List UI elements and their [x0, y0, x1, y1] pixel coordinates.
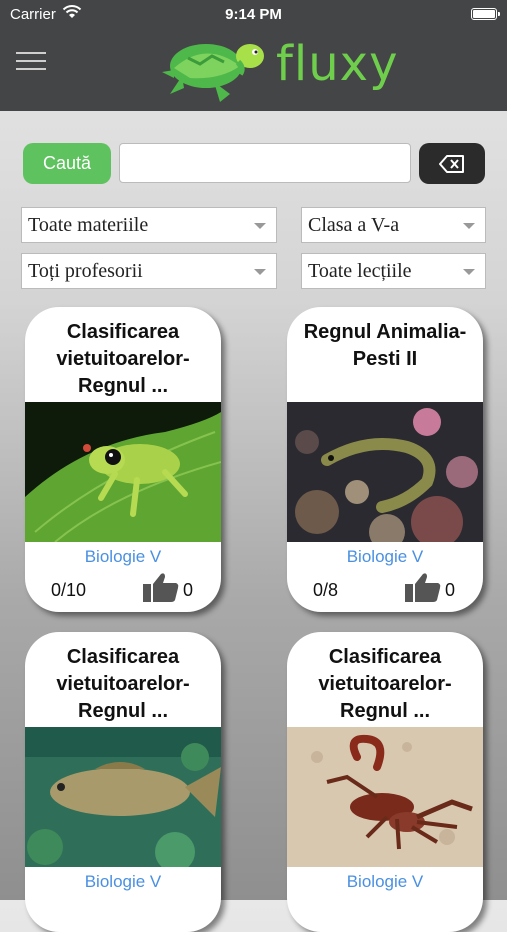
- chevron-down-icon: [463, 223, 475, 229]
- chevron-down-icon: [463, 269, 475, 275]
- chevron-down-icon: [254, 223, 266, 229]
- lesson-title: Clasificarea vietuitoarelor-Regnul ...: [318, 646, 452, 722]
- carp-photo: [25, 727, 221, 867]
- teacher-filter-select[interactable]: Toți profesorii: [21, 253, 277, 289]
- grade-filter-select[interactable]: Clasa a V-a: [301, 207, 486, 243]
- subject-link[interactable]: Biologie V: [287, 547, 483, 567]
- lesson-filter-select[interactable]: Toate lecțiile: [301, 253, 486, 289]
- app-header: fluxy: [0, 30, 507, 111]
- subject-filter-select[interactable]: Toate materiile: [21, 207, 277, 243]
- lesson-title: Regnul Animalia-Pesti II: [303, 321, 467, 370]
- scorpion-photo: [287, 727, 483, 867]
- search-input[interactable]: [119, 143, 411, 183]
- eel-photo: [287, 402, 483, 542]
- backspace-icon: [439, 154, 464, 173]
- lesson-card[interactable]: Clasificarea vietuitoarelor-Regnul ... B…: [25, 307, 221, 612]
- hamburger-menu-icon[interactable]: [16, 52, 46, 72]
- lesson-card[interactable]: Clasificarea vietuitoarelor-Regnul ... B…: [287, 632, 483, 932]
- subject-filter-value: Toate materiile: [28, 214, 149, 236]
- lesson-card[interactable]: Regnul Animalia-Pesti II Biologie V 0/8 …: [287, 307, 483, 612]
- subject-link[interactable]: Biologie V: [25, 872, 221, 892]
- lesson-filter-value: Toate lecțiile: [308, 260, 412, 282]
- like-count: 0: [183, 580, 194, 600]
- status-bar: Carrier 9:14 PM: [0, 0, 507, 30]
- thumbs-up-icon[interactable]: [143, 572, 179, 602]
- chevron-down-icon: [254, 269, 266, 275]
- grade-filter-value: Clasa a V-a: [308, 214, 400, 236]
- subject-link[interactable]: Biologie V: [287, 872, 483, 892]
- lesson-title: Clasificarea vietuitoarelor-Regnul ...: [56, 646, 190, 722]
- progress-count: 0/8: [313, 580, 339, 600]
- thumbs-up-icon[interactable]: [405, 572, 441, 602]
- clock: 9:14 PM: [225, 6, 282, 23]
- turtle-logo-icon: [162, 44, 264, 102]
- battery-icon: [471, 8, 500, 20]
- brand-name: fluxy: [276, 36, 399, 92]
- subject-link[interactable]: Biologie V: [25, 547, 221, 567]
- progress-count: 0/10: [51, 580, 87, 600]
- lesson-card[interactable]: Clasificarea vietuitoarelor-Regnul ... B…: [25, 632, 221, 932]
- lesson-title: Clasificarea vietuitoarelor-Regnul ...: [56, 321, 190, 397]
- clear-search-button[interactable]: [419, 143, 485, 184]
- frog-photo: [25, 402, 221, 542]
- search-button[interactable]: Caută: [23, 143, 111, 184]
- teacher-filter-value: Toți profesorii: [28, 260, 143, 282]
- like-count: 0: [445, 580, 456, 600]
